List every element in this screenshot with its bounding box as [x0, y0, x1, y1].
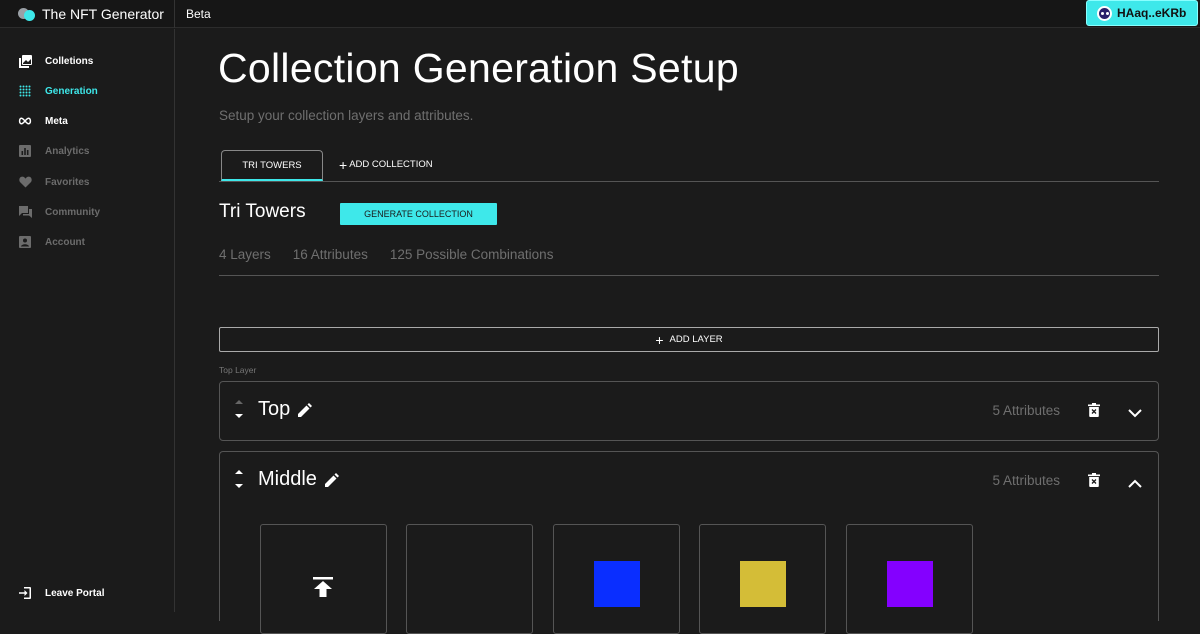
sidebar-item-label: Analytics: [45, 145, 90, 157]
sidebar-item-meta[interactable]: Meta: [18, 113, 68, 129]
layer-card-middle: Middle 5 Attributes: [219, 451, 1159, 634]
add-layer-button[interactable]: + ADD LAYER: [219, 327, 1159, 352]
layer-name: Top: [258, 398, 313, 421]
sidebar-item-label: Colletions: [45, 55, 94, 67]
reorder-controls: [234, 400, 244, 418]
sidebar-item-label: Generation: [45, 85, 98, 97]
sidebar-item-label: Favorites: [45, 176, 90, 188]
infinity-icon: [18, 114, 32, 128]
top-bar: The NFT Generator Beta HAaq..eKRb: [0, 0, 1200, 28]
divider: [219, 275, 1159, 276]
top-layer-label: Top Layer: [219, 365, 257, 375]
generate-collection-button[interactable]: GENERATE COLLECTION: [340, 203, 497, 225]
edit-icon[interactable]: [298, 402, 313, 417]
move-up-icon[interactable]: [235, 470, 243, 474]
layer-card-top: Top 5 Attributes: [219, 381, 1159, 441]
sidebar-item-generation[interactable]: Generation: [18, 83, 98, 99]
add-layer-label: ADD LAYER: [669, 334, 723, 345]
layers-count: 4 Layers: [219, 247, 271, 262]
attribute-tile[interactable]: [699, 524, 826, 634]
collection-name: Tri Towers: [219, 201, 306, 222]
layer-name-text: Top: [258, 398, 291, 420]
attribute-tile[interactable]: [846, 524, 973, 634]
attribute-color-swatch: [740, 561, 786, 607]
plus-icon: +: [339, 156, 348, 173]
layer-attribute-count: 5 Attributes: [992, 473, 1060, 488]
account-icon: [18, 235, 32, 249]
combinations-count: 125 Possible Combinations: [389, 247, 554, 262]
sidebar-item-favorites[interactable]: Favorites: [18, 174, 89, 190]
sidebar-item-label: Community: [45, 206, 100, 218]
layer-name-text: Middle: [258, 468, 317, 490]
wallet-avatar-icon: [1097, 5, 1112, 21]
leave-portal-label: Leave Portal: [45, 587, 105, 599]
layer-name: Middle: [258, 468, 339, 491]
sidebar: Colletions Generation Meta Analytics Fav…: [0, 29, 175, 612]
attribute-tile[interactable]: [406, 524, 533, 634]
leave-portal-link[interactable]: Leave Portal: [18, 585, 104, 601]
page-title: Collection Generation Setup: [218, 45, 739, 91]
chevron-down-icon[interactable]: [1128, 405, 1142, 423]
layer-attribute-count: 5 Attributes: [992, 403, 1060, 418]
wallet-button[interactable]: HAaq..eKRb: [1086, 0, 1198, 26]
edit-icon[interactable]: [324, 472, 339, 487]
sidebar-item-label: Meta: [45, 115, 68, 127]
add-collection-tab[interactable]: + ADD COLLECTION: [339, 156, 433, 173]
add-collection-label: ADD COLLECTION: [349, 159, 433, 170]
plus-icon: +: [655, 331, 664, 348]
main-content: Collection Generation Setup Setup your c…: [176, 29, 1200, 634]
app-logo-icon: [18, 7, 36, 21]
sidebar-item-collections[interactable]: Colletions: [18, 53, 93, 69]
beta-badge: Beta: [186, 7, 211, 21]
move-down-icon[interactable]: [235, 414, 243, 418]
sidebar-item-account[interactable]: Account: [18, 234, 85, 250]
delete-layer-icon[interactable]: [1088, 473, 1100, 492]
reorder-controls: [234, 470, 244, 488]
collections-icon: [18, 54, 32, 68]
exit-icon: [18, 586, 32, 600]
upload-icon: [313, 577, 333, 602]
collection-tabs: TRI TOWERS + ADD COLLECTION: [219, 150, 1159, 182]
wallet-address: HAaq..eKRb: [1117, 6, 1187, 20]
forum-icon: [18, 205, 32, 219]
attribute-color-swatch: [594, 561, 640, 607]
attributes-count: 16 Attributes: [292, 247, 368, 262]
sidebar-item-analytics[interactable]: Analytics: [18, 143, 89, 159]
collection-stats: 4 Layers 16 Attributes 125 Possible Comb…: [219, 247, 575, 262]
brand[interactable]: The NFT Generator: [0, 0, 175, 28]
attribute-color-swatch: [887, 561, 933, 607]
upload-attribute-tile[interactable]: [260, 524, 387, 634]
sidebar-item-community[interactable]: Community: [18, 204, 100, 220]
page-subtitle: Setup your collection layers and attribu…: [219, 108, 474, 123]
move-down-icon[interactable]: [235, 484, 243, 488]
attribute-tile[interactable]: [553, 524, 680, 634]
bar-chart-icon: [18, 144, 32, 158]
grid-icon: [18, 84, 32, 98]
tab-tri-towers[interactable]: TRI TOWERS: [221, 150, 323, 181]
delete-layer-icon[interactable]: [1088, 403, 1100, 422]
app-name: The NFT Generator: [42, 6, 164, 22]
sidebar-item-label: Account: [45, 236, 85, 248]
move-up-icon[interactable]: [235, 400, 243, 404]
heart-icon: [18, 175, 32, 189]
chevron-up-icon[interactable]: [1128, 475, 1142, 493]
